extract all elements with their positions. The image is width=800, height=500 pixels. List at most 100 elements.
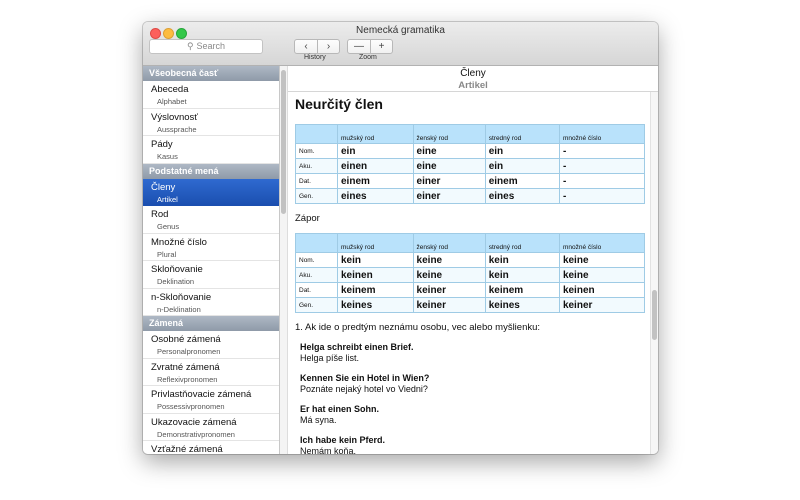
table-row: Aku. einen eine ein - bbox=[295, 158, 646, 174]
content-subtitle: Artikel bbox=[458, 80, 488, 91]
table-column-header: mužský rod bbox=[337, 233, 414, 253]
example-item: Kennen Sie ein Hotel in Wien? Poznáte nej… bbox=[300, 373, 643, 395]
table-cell: ein bbox=[484, 143, 560, 159]
example-slovak: Poznáte nejaký hotel vo Viedni? bbox=[300, 384, 428, 394]
sidebar-item-sublabel: Artikel bbox=[157, 194, 178, 204]
example-item: Helga schreibt einen Brief. Helga píše li… bbox=[300, 342, 643, 364]
table-cell: keines bbox=[337, 297, 414, 313]
sidebar-item[interactable]: Ukazovacie zámená Demonstrativpronomen bbox=[143, 414, 279, 441]
sidebar-item-label: n-Skloňovanie bbox=[151, 291, 212, 303]
table-row: Aku. keinen keine kein keine bbox=[295, 267, 646, 283]
table-cell: kein bbox=[484, 252, 560, 268]
table-cell: keiner bbox=[558, 297, 646, 313]
table-column-header: množné číslo bbox=[558, 124, 646, 144]
table-cell: keinen bbox=[337, 267, 414, 283]
table-corner-cell bbox=[295, 124, 338, 144]
table-cell: - bbox=[558, 188, 646, 204]
example-list: Helga schreibt einen Brief. Helga píše li… bbox=[295, 342, 643, 454]
sidebar-item-sublabel: Genus bbox=[157, 222, 180, 231]
sidebar-scrollbar[interactable] bbox=[280, 66, 288, 454]
example-item: Ich habe kein Pferd. Nemám koňa. bbox=[300, 435, 643, 454]
table-row: Gen. keines keiner keines keiner bbox=[295, 297, 646, 313]
table-cell: eines bbox=[337, 188, 414, 204]
example-german: Ich habe kein Pferd. bbox=[300, 435, 386, 445]
indefinite-article-table: mužský rod ženský rod stredný rod množné čí… bbox=[295, 124, 646, 204]
sidebar-item-label: Pády bbox=[151, 139, 173, 150]
table-column-header: mužský rod bbox=[337, 124, 414, 144]
sidebar-item-label: Rod bbox=[151, 209, 169, 220]
content-title: Členy bbox=[460, 68, 486, 79]
table-cell: keine bbox=[558, 252, 646, 268]
sidebar-section-header: Podstatné mená bbox=[143, 163, 279, 179]
table-header-row: mužský rod ženský rod stredný rod množné čí… bbox=[295, 233, 646, 253]
table-cell: kein bbox=[337, 252, 414, 268]
zoom-label: Zoom bbox=[359, 54, 377, 61]
sidebar-item-label: Množné číslo bbox=[151, 236, 207, 248]
sidebar-item-sublabel: Aussprache bbox=[157, 124, 197, 134]
sidebar-item[interactable]: Pády Kasus bbox=[143, 136, 279, 164]
table-cell: einem bbox=[484, 173, 560, 189]
sidebar-scroll-thumb[interactable] bbox=[281, 70, 286, 214]
usage-rule: 1. Ak ide o predtým neznámu osobu, vec a… bbox=[295, 322, 541, 333]
table-cell: eine bbox=[412, 158, 486, 174]
sidebar-item-sublabel: Kasus bbox=[157, 152, 178, 161]
sidebar-item[interactable]: Členy Artikel bbox=[143, 178, 279, 206]
table-column-header: ženský rod bbox=[412, 233, 486, 253]
example-item: Er hat einen Sohn. Má syna. bbox=[300, 404, 643, 426]
case-label: Gen. bbox=[295, 188, 338, 204]
table-cell: eine bbox=[412, 143, 486, 159]
sidebar-item-label: Zvratné zámená bbox=[151, 361, 220, 373]
sidebar-item-sublabel: Alphabet bbox=[157, 97, 187, 106]
table-cell: keine bbox=[558, 267, 646, 283]
search-placeholder: Search bbox=[196, 41, 226, 51]
sidebar-item-label: Osobné zámená bbox=[151, 334, 221, 345]
search-icon: ⚲ bbox=[186, 41, 194, 51]
case-label: Gen. bbox=[295, 297, 338, 313]
forward-button[interactable]: › bbox=[317, 40, 339, 53]
sidebar-item-sublabel: Plural bbox=[157, 249, 177, 259]
sidebar-item[interactable]: Vzťažné zámená bbox=[143, 441, 279, 454]
sidebar-section-header: Zámená bbox=[143, 316, 279, 331]
content-scroll-thumb[interactable] bbox=[652, 290, 657, 340]
table-cell: keiner bbox=[412, 282, 486, 298]
zoom-in-button[interactable]: + bbox=[370, 40, 392, 53]
sidebar: Všeobecná časť Abeceda Alphabet Výslovnosť A… bbox=[143, 66, 280, 454]
sidebar-item[interactable]: Osobné zámená Personalpronomen bbox=[143, 331, 279, 359]
table-header-row: mužský rod ženský rod stredný rod množné čí… bbox=[295, 124, 646, 144]
case-label: Aku. bbox=[295, 267, 338, 283]
sidebar-item-sublabel: Demonstrativpronomen bbox=[157, 429, 235, 439]
example-german: Kennen Sie ein Hotel in Wien? bbox=[300, 373, 430, 383]
table-cell: einer bbox=[412, 173, 486, 189]
sidebar-item-sublabel: n-Deklination bbox=[157, 304, 201, 314]
sidebar-item[interactable]: Abeceda Alphabet bbox=[143, 81, 279, 109]
zoom-out-button[interactable]: — bbox=[348, 40, 370, 53]
case-label: Dat. bbox=[295, 282, 338, 298]
sidebar-item[interactable]: Zvratné zámená Reflexivpronomen bbox=[143, 359, 279, 386]
example-slovak: Helga píše list. bbox=[300, 353, 360, 363]
table-cell: einem bbox=[337, 173, 414, 189]
sidebar-item[interactable]: n-Skloňovanie n-Deklination bbox=[143, 289, 279, 316]
table-cell: kein bbox=[484, 267, 560, 283]
back-button[interactable]: ‹ bbox=[295, 40, 317, 53]
sidebar-item[interactable]: Rod Genus bbox=[143, 206, 279, 234]
case-label: Dat. bbox=[295, 173, 338, 189]
table-cell: ein bbox=[337, 143, 414, 159]
example-slovak: Má syna. bbox=[300, 415, 337, 425]
example-slovak: Nemám koňa. bbox=[300, 446, 357, 454]
history-label: History bbox=[304, 54, 326, 61]
sidebar-item[interactable]: Skloňovanie Deklination bbox=[143, 261, 279, 289]
sidebar-item-label: Členy bbox=[151, 181, 176, 193]
table-cell: keine bbox=[412, 252, 486, 268]
content-scrollbar[interactable] bbox=[650, 92, 658, 454]
table-row: Nom. ein eine ein - bbox=[295, 143, 646, 159]
sidebar-item[interactable]: Výslovnosť Aussprache bbox=[143, 109, 279, 136]
sidebar-item-label: Ukazovacie zámená bbox=[151, 416, 237, 428]
table-corner-cell bbox=[295, 233, 338, 253]
sidebar-item[interactable]: Privlastňovacie zámená Possessivpronomen bbox=[143, 386, 279, 414]
zoom-control: — + bbox=[347, 39, 393, 54]
search-field[interactable]: ⚲ Search bbox=[149, 39, 263, 54]
sidebar-item-sublabel: Personalpronomen bbox=[157, 347, 221, 356]
content-header: Členy Artikel bbox=[288, 66, 658, 92]
table-column-header: ženský rod bbox=[412, 124, 486, 144]
sidebar-item[interactable]: Množné číslo Plural bbox=[143, 234, 279, 261]
